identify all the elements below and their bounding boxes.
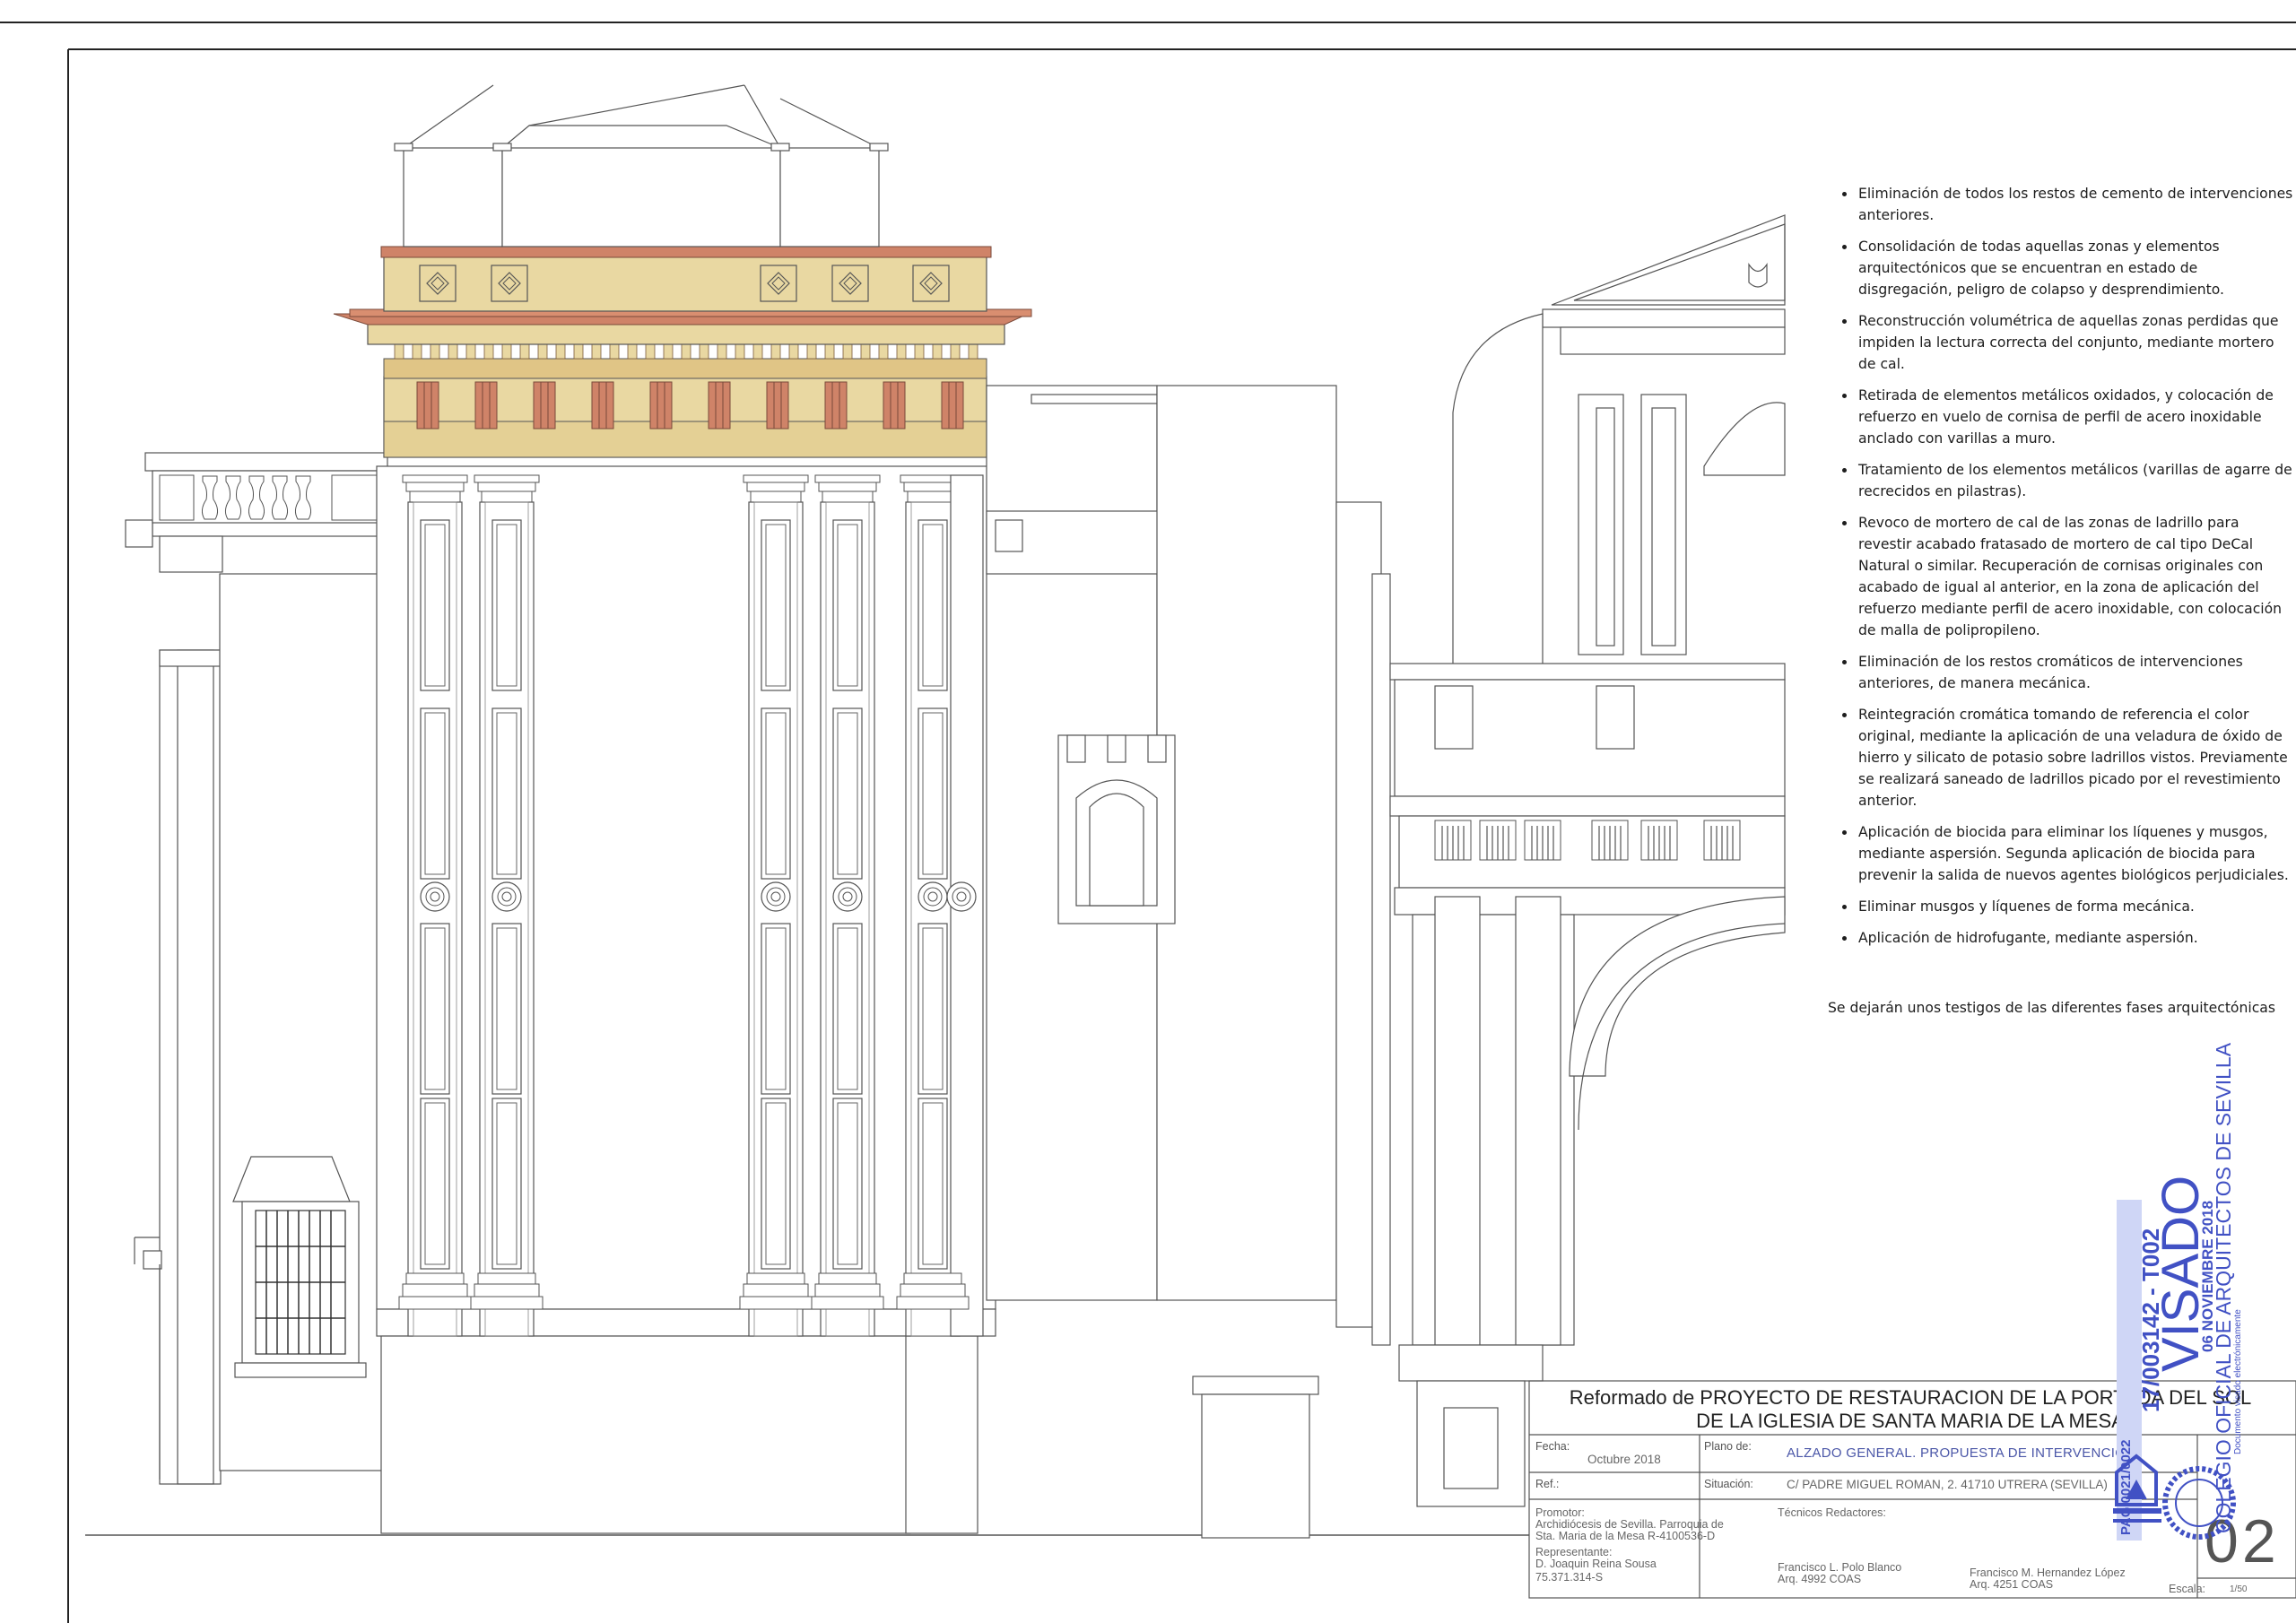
tecnico-2-name: Francisco M. Hernandez López <box>1970 1567 2126 1579</box>
fecha-value: Octubre 2018 <box>1587 1453 1661 1466</box>
plano-label: Plano de: <box>1704 1440 1752 1453</box>
tecnico-2-reg: Arq. 4251 COAS <box>1970 1578 2054 1591</box>
middle-wall <box>986 385 1391 1346</box>
note-item: Revoco de mortero de cal de las zonas de… <box>1857 512 2294 641</box>
situacion-label: Situación: <box>1704 1478 1753 1490</box>
situacion-value: C/ PADRE MIGUEL ROMAN, 2. 41710 UTRERA (… <box>1787 1478 2108 1491</box>
note-item: Eliminación de los restos cromáticos de … <box>1857 651 2294 694</box>
title-line-1: Reformado de PROYECTO DE RESTAURACION DE… <box>1569 1386 2252 1409</box>
note-item: Tratamiento de los elementos metálicos (… <box>1857 459 2294 502</box>
intervention-notes: Eliminación de todos los restos de cemen… <box>1828 183 2294 959</box>
title-line-2: DE LA IGLESIA DE SANTA MARIA DE LA MESA <box>1696 1410 2125 1432</box>
note-item: Eliminar musgos y líquenes de forma mecá… <box>1857 896 2294 917</box>
note-item: Retirada de elementos metálicos oxidados… <box>1857 385 2294 449</box>
representante-name: D. Joaquin Reina Sousa <box>1535 1558 1657 1570</box>
colegio-seal-icon <box>2113 1454 2236 1540</box>
note-item: Aplicación de hidrofugante, mediante asp… <box>1857 927 2294 949</box>
representante-id: 75.371.314-S <box>1535 1571 1604 1584</box>
note-item: Consolidación de todas aquellas zonas y … <box>1857 236 2294 300</box>
promotor-line-1: Archidiócesis de Sevilla. Parroquia de <box>1535 1518 1724 1531</box>
promotor-label: Promotor: <box>1535 1506 1585 1519</box>
representante-label: Representante: <box>1535 1546 1613 1558</box>
ref-label: Ref.: <box>1535 1478 1560 1490</box>
escala-value: 1/50 <box>2230 1584 2248 1594</box>
fecha-label: Fecha: <box>1535 1440 1570 1453</box>
tecnico-1-reg: Arq. 4992 COAS <box>1778 1573 1862 1585</box>
tecnico-1-name: Francisco L. Polo Blanco <box>1778 1561 1902 1574</box>
drawing-sheet: Eliminación de todos los restos de cemen… <box>0 0 2296 1623</box>
closing-note: Se dejarán unos testigos de las diferent… <box>1828 1000 2275 1016</box>
tecnicos-label: Técnicos Redactores: <box>1778 1506 1886 1519</box>
entablature <box>333 308 1032 458</box>
note-item: Eliminación de todos los restos de cemen… <box>1857 183 2294 226</box>
escala-label: Escala: <box>2169 1583 2205 1595</box>
note-item: Reconstrucción volumétrica de aquellas z… <box>1857 310 2294 375</box>
attic <box>380 246 992 312</box>
promotor-line-2: Sta. Maria de la Mesa R-4100536-D <box>1535 1530 1716 1542</box>
note-item: Aplicación de biocida para eliminar los … <box>1857 821 2294 886</box>
note-item: Reintegración cromática tomando de refer… <box>1857 704 2294 812</box>
plano-value: ALZADO GENERAL. PROPUESTA DE INTERVENCIO… <box>1787 1445 2136 1461</box>
left-balustrade <box>144 452 388 524</box>
upper-roof <box>394 84 889 247</box>
stamp-electronic: Documento visado electrónicamente <box>2233 1309 2243 1454</box>
